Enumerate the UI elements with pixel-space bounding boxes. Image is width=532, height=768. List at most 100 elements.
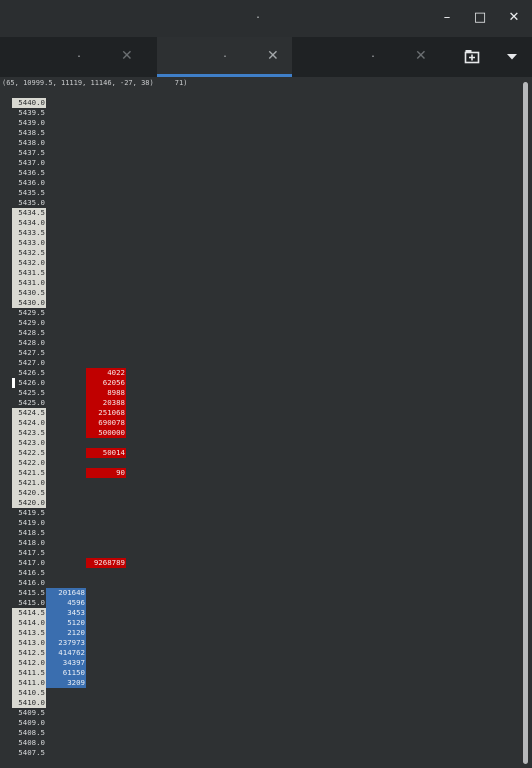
ladder-row[interactable]: 5426.0 62056 (0, 378, 200, 388)
tab-1[interactable]: . ✕ (0, 37, 155, 77)
new-tab-icon[interactable] (464, 49, 480, 65)
price-cell[interactable]: 5439.5 (12, 108, 46, 118)
ladder-row[interactable]: 5422.0 (0, 458, 200, 468)
bid-size-cell[interactable]: 237973 (46, 638, 86, 648)
price-cell[interactable]: 5438.5 (12, 128, 46, 138)
price-cell[interactable]: 5434.5 (12, 208, 46, 218)
bid-size-cell[interactable]: 2120 (46, 628, 86, 638)
bid-size-cell[interactable]: 4596 (46, 598, 86, 608)
close-window-button[interactable]: ✕ (504, 8, 524, 28)
price-cell[interactable]: 5436.0 (12, 178, 46, 188)
bid-size-cell[interactable]: 3209 (46, 678, 86, 688)
ask-size-cell[interactable]: 8988 (86, 388, 126, 398)
chevron-down-icon[interactable] (506, 53, 518, 61)
ask-size-cell[interactable]: 50014 (86, 448, 126, 458)
ladder-row[interactable]: 5440.0 (0, 98, 200, 108)
ladder-row[interactable]: 5424.0 690078 (0, 418, 200, 428)
ladder-row[interactable]: 5428.5 (0, 328, 200, 338)
price-cell[interactable]: 5432.5 (12, 248, 46, 258)
bid-size-cell[interactable]: 3453 (46, 608, 86, 618)
ladder-row[interactable]: 5435.0 (0, 198, 200, 208)
price-cell[interactable]: 5434.0 (12, 218, 46, 228)
ladder-row[interactable]: 5421.0 (0, 478, 200, 488)
ladder-row[interactable]: 5423.5 500000 (0, 428, 200, 438)
ladder-row[interactable]: 5412.0 34397 (0, 658, 200, 668)
price-cell[interactable]: 5422.5 (12, 448, 46, 458)
price-cell[interactable]: 5424.5 (12, 408, 46, 418)
price-cell[interactable]: 5421.0 (12, 478, 46, 488)
price-cell[interactable]: 5427.0 (12, 358, 46, 368)
ladder-row[interactable]: 5432.0 (0, 258, 200, 268)
ladder-row[interactable]: 5436.0 (0, 178, 200, 188)
ladder-row[interactable]: 5414.0 5120 (0, 618, 200, 628)
price-cell[interactable]: 5427.5 (12, 348, 46, 358)
price-cell[interactable]: 5431.5 (12, 268, 46, 278)
price-cell[interactable]: 5436.5 (12, 168, 46, 178)
price-cell[interactable]: 5430.5 (12, 288, 46, 298)
ask-size-cell[interactable]: 251068 (86, 408, 126, 418)
bid-size-cell[interactable]: 5120 (46, 618, 86, 628)
price-cell[interactable]: 5435.0 (12, 198, 46, 208)
price-cell[interactable]: 5412.0 (12, 658, 46, 668)
price-cell[interactable]: 5413.0 (12, 638, 46, 648)
price-cell[interactable]: 5431.0 (12, 278, 46, 288)
ask-size-cell[interactable]: 62056 (86, 378, 126, 388)
ladder-row[interactable]: 5430.0 (0, 298, 200, 308)
price-cell[interactable]: 5418.0 (12, 538, 46, 548)
close-icon[interactable]: ✕ (121, 48, 133, 64)
price-cell[interactable]: 5439.0 (12, 118, 46, 128)
price-cell[interactable]: 5418.5 (12, 528, 46, 538)
ladder-row[interactable]: 5414.5 3453 (0, 608, 200, 618)
ladder-row[interactable]: 5427.0 (0, 358, 200, 368)
ladder-row[interactable]: 5412.5 414762 (0, 648, 200, 658)
price-cell[interactable]: 5421.5 (12, 468, 46, 478)
price-cell[interactable]: 5419.5 (12, 508, 46, 518)
ladder-row[interactable]: 5423.0 (0, 438, 200, 448)
ladder-row[interactable]: 5416.0 (0, 578, 200, 588)
ladder-row[interactable]: 5432.5 (0, 248, 200, 258)
ladder-row[interactable]: 5408.0 (0, 738, 200, 748)
price-cell[interactable]: 5411.5 (12, 668, 46, 678)
ladder-row[interactable]: 5418.0 (0, 538, 200, 548)
ladder-row[interactable]: 5437.0 (0, 158, 200, 168)
ladder-row[interactable]: 5439.5 (0, 108, 200, 118)
price-cell[interactable]: 5426.5 (12, 368, 46, 378)
price-cell[interactable]: 5414.0 (12, 618, 46, 628)
ladder-row[interactable]: 5411.5 61150 (0, 668, 200, 678)
close-icon[interactable]: ✕ (267, 48, 279, 64)
ask-size-cell[interactable]: 690078 (86, 418, 126, 428)
price-cell[interactable]: 5432.0 (12, 258, 46, 268)
price-cell[interactable]: 5429.0 (12, 318, 46, 328)
price-cell[interactable]: 5416.5 (12, 568, 46, 578)
ladder-row[interactable]: 5415.5 201648 (0, 588, 200, 598)
ladder-row[interactable]: 5416.5 (0, 568, 200, 578)
price-cell[interactable]: 5435.5 (12, 188, 46, 198)
ladder-row[interactable]: 5431.0 (0, 278, 200, 288)
ladder-row[interactable]: 5409.0 (0, 718, 200, 728)
ladder-row[interactable]: 5413.0 237973 (0, 638, 200, 648)
price-cell[interactable]: 5429.5 (12, 308, 46, 318)
ask-size-cell[interactable]: 4022 (86, 368, 126, 378)
ladder-row[interactable]: 5408.5 (0, 728, 200, 738)
ladder-row[interactable]: 5428.0 (0, 338, 200, 348)
ladder-row[interactable]: 5418.5 (0, 528, 200, 538)
price-cell[interactable]: 5407.5 (12, 748, 46, 758)
tab-2[interactable]: . ✕ (157, 37, 292, 77)
price-cell[interactable]: 5420.0 (12, 498, 46, 508)
price-cell[interactable]: 5425.5 (12, 388, 46, 398)
ladder-row[interactable]: 5420.0 (0, 498, 200, 508)
ladder-row[interactable]: 5419.0 (0, 518, 200, 528)
ladder-row[interactable]: 5415.0 4596 (0, 598, 200, 608)
ladder-row[interactable]: 5439.0 (0, 118, 200, 128)
ask-size-cell[interactable]: 90 (86, 468, 126, 478)
price-cell[interactable]: 5430.0 (12, 298, 46, 308)
price-cell[interactable]: 5438.0 (12, 138, 46, 148)
price-cell[interactable]: 5409.5 (12, 708, 46, 718)
price-cell[interactable]: 5408.5 (12, 728, 46, 738)
tab-3[interactable]: . ✕ (294, 37, 440, 77)
minimize-button[interactable]: – (437, 8, 457, 28)
ladder-row[interactable]: 5435.5 (0, 188, 200, 198)
price-cell[interactable]: 5426.0 (12, 378, 46, 388)
price-cell[interactable]: 5437.5 (12, 148, 46, 158)
price-cell[interactable]: 5414.5 (12, 608, 46, 618)
